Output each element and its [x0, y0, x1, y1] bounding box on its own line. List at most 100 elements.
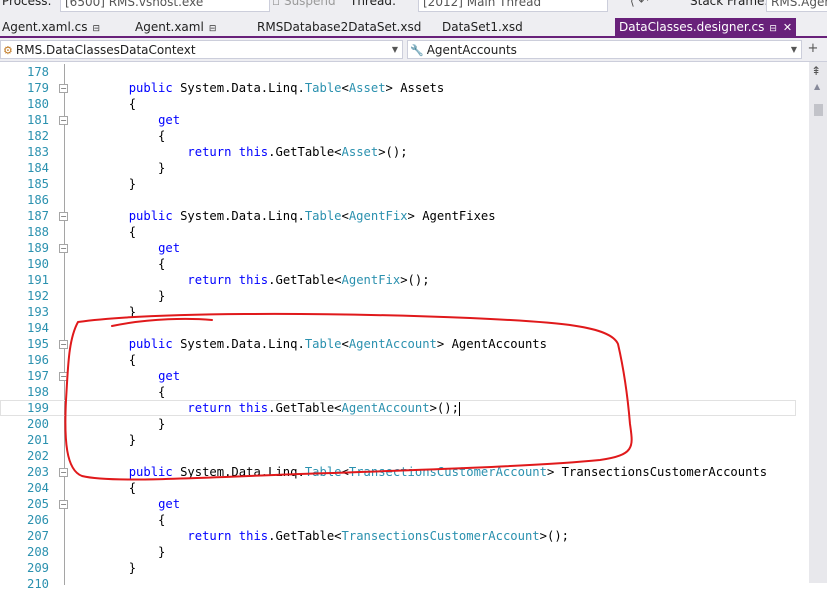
code-line[interactable]: 191 return this.GetTable<AgentFix>();	[0, 272, 796, 288]
code-line[interactable]: 209 }	[0, 560, 796, 576]
code-line[interactable]: 189 − get	[0, 240, 796, 256]
close-icon[interactable]: ✕	[783, 21, 792, 34]
collapse-icon[interactable]: −	[59, 372, 68, 381]
code-line[interactable]: 185 }	[0, 176, 796, 192]
code-token: >();	[378, 145, 408, 159]
code-line[interactable]: 197 − get	[0, 368, 796, 384]
line-number: 200	[26, 417, 49, 431]
keyword-token: return	[187, 273, 232, 287]
code-line[interactable]: 205 − get	[0, 496, 796, 512]
code-token: >();	[539, 529, 569, 543]
code-line[interactable]: 180 {	[0, 96, 796, 112]
line-number: 206	[26, 513, 49, 527]
code-line[interactable]: 204 {	[0, 480, 796, 496]
pin-icon[interactable]: ⊟	[92, 24, 100, 34]
collapse-icon[interactable]: −	[59, 212, 68, 221]
keyword-token: get	[158, 369, 181, 383]
code-line[interactable]: 182 {	[0, 128, 796, 144]
code-line[interactable]: 190 {	[0, 256, 796, 272]
code-line[interactable]: 207 return this.GetTable<TransectionsCus…	[0, 528, 796, 544]
code-line[interactable]: 178	[0, 64, 796, 80]
code-line[interactable]: 194	[0, 320, 796, 336]
line-number: 180	[26, 97, 49, 111]
code-line[interactable]: 183 return this.GetTable<Asset>();	[0, 144, 796, 160]
suspend-button[interactable]: ▫ Suspend	[272, 0, 336, 8]
code-token: >();	[400, 273, 430, 287]
member-selector-dropdown[interactable]: 🔧 AgentAccounts ▼	[407, 40, 802, 59]
collapse-icon[interactable]: −	[59, 244, 68, 253]
code-line[interactable]: 186	[0, 192, 796, 208]
keyword-token: return	[187, 529, 232, 543]
code-line[interactable]: 196 {	[0, 352, 796, 368]
code-text: {	[70, 256, 165, 272]
process-dropdown[interactable]: [6500] RMS.vshost.exe	[60, 0, 270, 12]
keyword-token: get	[158, 497, 181, 511]
code-line[interactable]: 200 }	[0, 416, 796, 432]
line-number: 185	[26, 177, 49, 191]
type-token: AgentAccount	[348, 337, 437, 351]
tab-dataset1-xsd[interactable]: DataSet1.xsd	[442, 18, 523, 38]
scroll-thumb[interactable]	[814, 104, 823, 116]
code-line[interactable]: 188 {	[0, 224, 796, 240]
tab-agent-xaml-cs[interactable]: Agent.xaml.cs ⊟	[2, 18, 100, 38]
pin-icon[interactable]: ⊟	[769, 24, 777, 34]
wrench-icon: 🔧	[410, 44, 424, 57]
code-line[interactable]: 184 }	[0, 160, 796, 176]
type-selector-value: RMS.DataClassesDataContext	[15, 43, 196, 57]
line-number: 189	[26, 241, 49, 255]
stack-frame-dropdown[interactable]: RMS.Agen	[766, 0, 827, 12]
tab-label: RMSDatabase2DataSet.xsd	[257, 20, 422, 34]
collapse-icon[interactable]: −	[59, 468, 68, 477]
code-line[interactable]: 206 {	[0, 512, 796, 528]
collapse-icon[interactable]: −	[59, 340, 68, 349]
code-line[interactable]: 195 − public System.Data.Linq.Table<Agent…	[0, 336, 796, 352]
collapse-icon[interactable]: −	[59, 84, 68, 93]
code-line[interactable]: 192 }	[0, 288, 796, 304]
stack-nav-icon[interactable]: ⟨ ↶	[630, 0, 649, 8]
vertical-scrollbar[interactable]: ⇞ ▲	[809, 62, 827, 583]
line-number: 187	[26, 209, 49, 223]
code-line[interactable]: 193 }	[0, 304, 796, 320]
tab-agent-xaml[interactable]: Agent.xaml ⊟	[135, 18, 216, 38]
scroll-up-icon[interactable]: ▲	[814, 82, 820, 91]
thread-dropdown[interactable]: [2012] Main Thread	[418, 0, 608, 12]
code-text: public System.Data.Linq.Table<Transectio…	[70, 464, 767, 480]
code-text: {	[70, 352, 136, 368]
code-line[interactable]: 210	[0, 576, 796, 592]
collapse-icon[interactable]: −	[59, 116, 68, 125]
code-text: get	[70, 112, 180, 128]
code-line[interactable]: 203 − public System.Data.Linq.Table<Trans…	[0, 464, 796, 480]
code-token: <	[341, 81, 349, 95]
code-token: System.Data.Linq.	[172, 81, 305, 95]
keyword-token: get	[158, 113, 181, 127]
code-token: }	[70, 161, 166, 175]
code-editor[interactable]: 178 179− public System.Data.Linq.Table<As…	[0, 62, 827, 591]
code-line[interactable]: 187 − public System.Data.Linq.Table<Agent…	[0, 208, 796, 224]
collapse-icon[interactable]: −	[59, 500, 68, 509]
line-number: 188	[26, 225, 49, 239]
code-line[interactable]: 181 − get	[0, 112, 796, 128]
code-line[interactable]: 198 {	[0, 384, 796, 400]
document-tab-strip: Agent.xaml.cs ⊟ Agent.xaml ⊟ RMSDatabase2D…	[0, 14, 827, 38]
type-token: Asset	[341, 145, 379, 159]
add-split-icon[interactable]: +	[805, 41, 821, 57]
thread-label: Thread:	[350, 0, 397, 8]
code-line[interactable]: 208 }	[0, 544, 796, 560]
keyword-token: return	[187, 401, 232, 415]
code-line[interactable]: 201 }	[0, 432, 796, 448]
type-token: AgentFix	[348, 209, 408, 223]
code-line[interactable]: 199 return this.GetTable<AgentAccount>()…	[0, 400, 796, 416]
pin-icon[interactable]: ⊟	[209, 24, 217, 34]
tab-rmsdatabase2dataset-xsd[interactable]: RMSDatabase2DataSet.xsd	[257, 18, 421, 38]
type-selector-dropdown[interactable]: ⚙ RMS.DataClassesDataContext ▼	[0, 40, 403, 59]
tab-dataclasses-designer-cs[interactable]: DataClasses.designer.cs ⊟ ✕	[615, 18, 797, 38]
type-token: TransectionsCustomerAccount	[341, 529, 540, 543]
code-text: {	[70, 384, 165, 400]
code-line[interactable]: 202	[0, 448, 796, 464]
code-token: }	[70, 305, 137, 319]
code-line[interactable]: 179 − public System.Data.Linq.Table<Asset…	[0, 80, 796, 96]
split-handle-icon[interactable]: ⇞	[811, 64, 821, 78]
